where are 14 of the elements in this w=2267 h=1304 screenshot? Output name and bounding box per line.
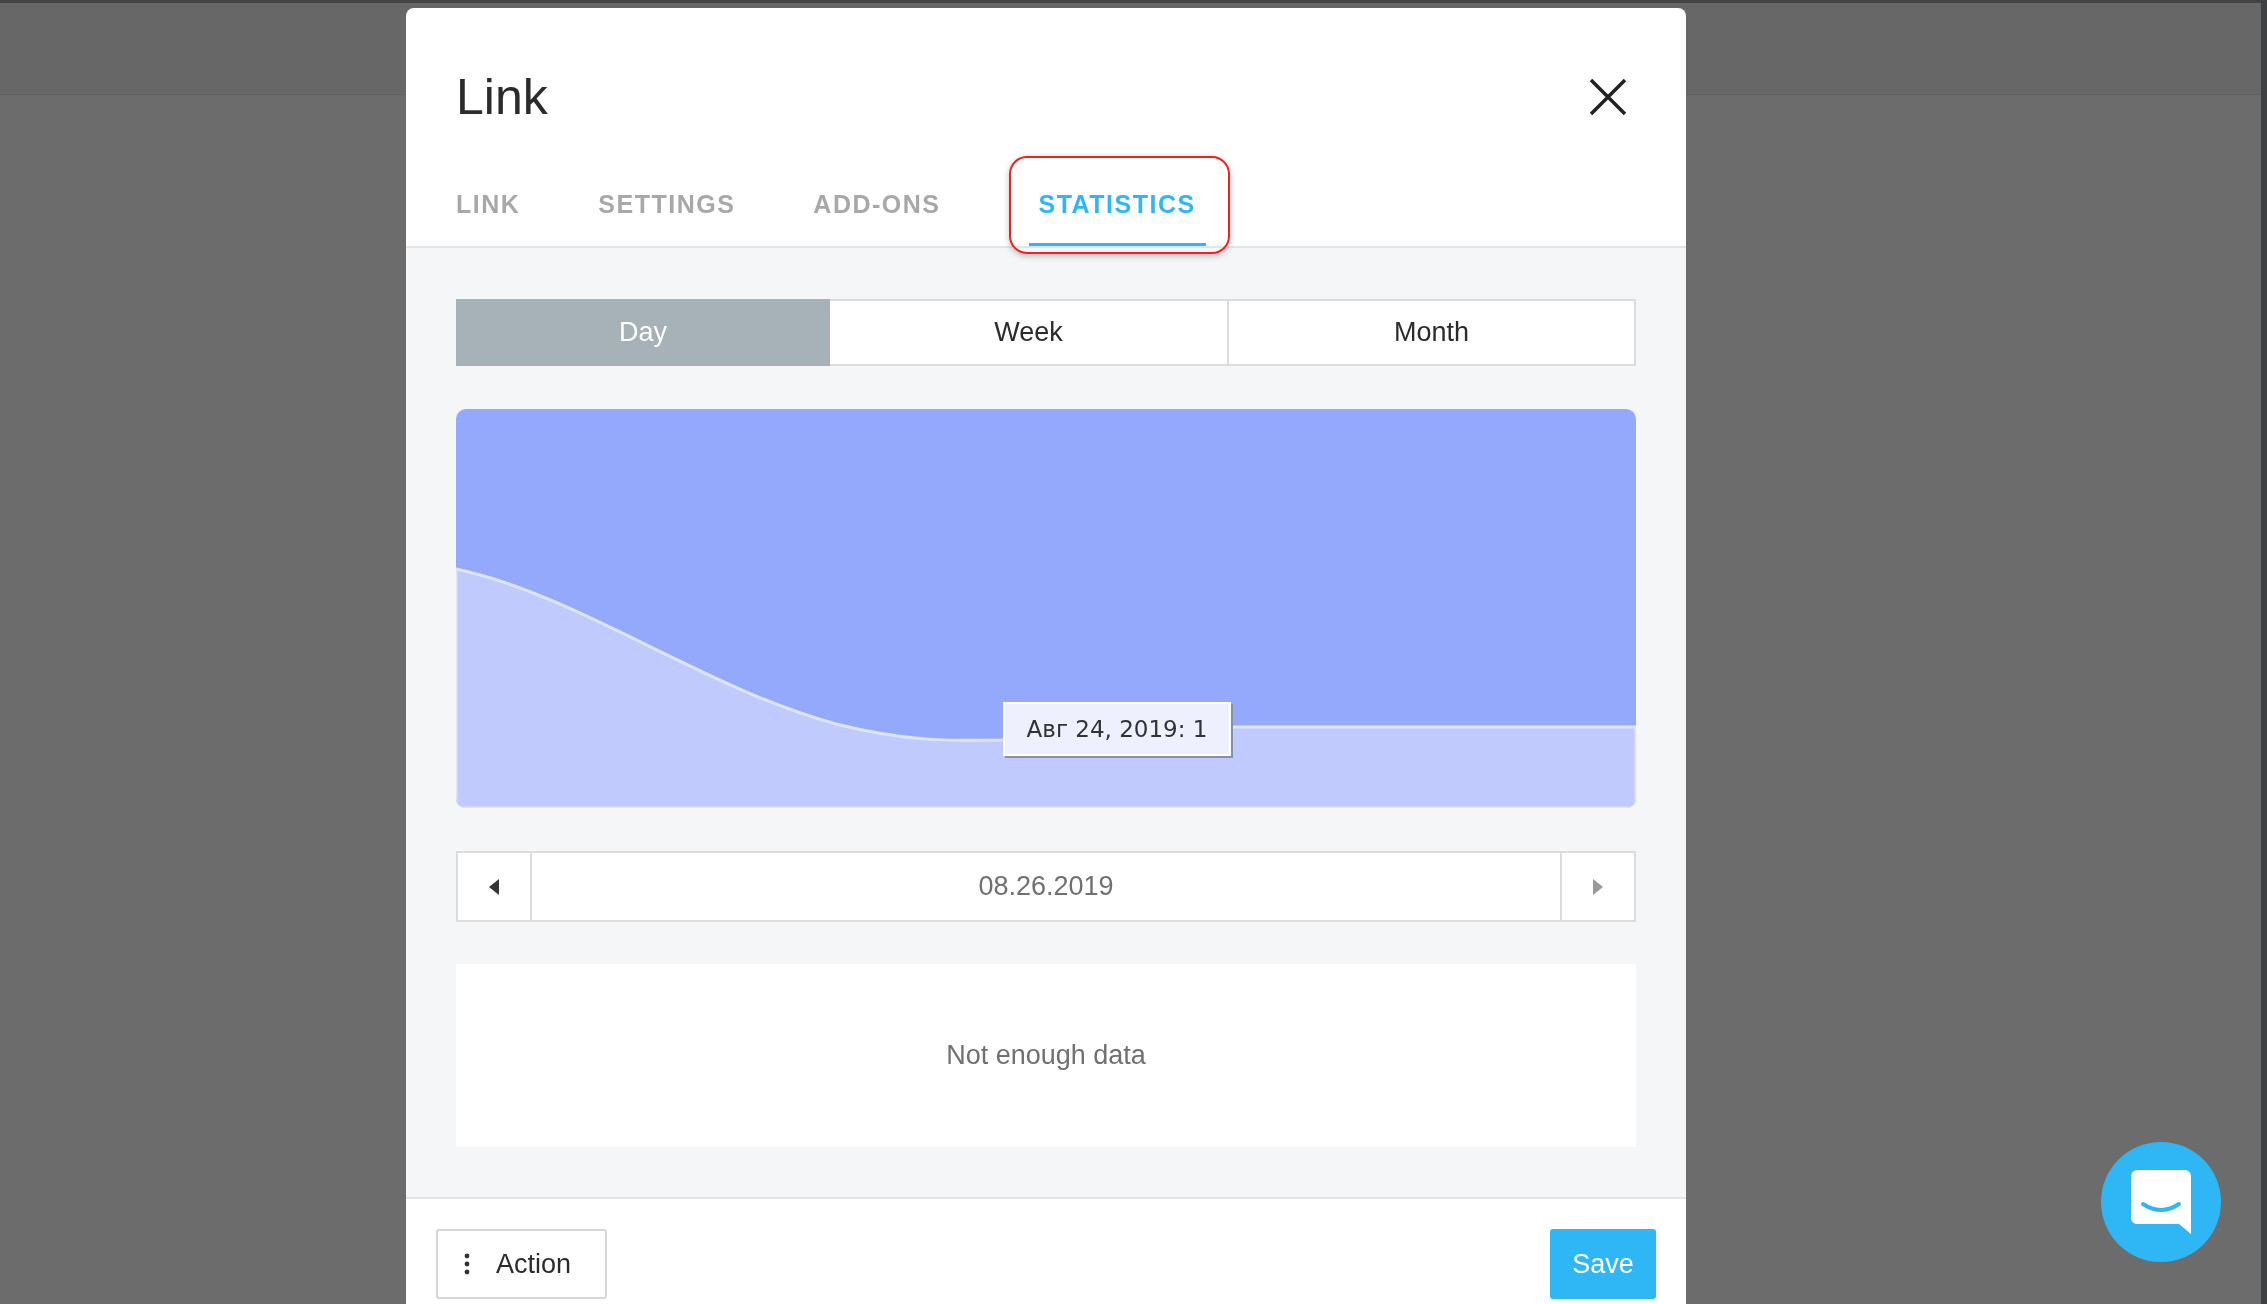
- period-tab[interactable]: Month: [1227, 299, 1636, 366]
- empty-message: Not enough data: [946, 1040, 1146, 1071]
- period-tab[interactable]: Week: [830, 299, 1227, 366]
- tab[interactable]: SETTINGS: [598, 190, 736, 246]
- tab[interactable]: LINK: [456, 190, 521, 246]
- chart-tooltip: Авг 24, 2019: 1: [1003, 702, 1231, 756]
- chat-icon: [2131, 1170, 2191, 1234]
- close-icon[interactable]: [1589, 78, 1627, 116]
- action-button[interactable]: Action: [436, 1229, 607, 1299]
- dialog-title: Link: [456, 68, 548, 126]
- tab[interactable]: ADD-ONS: [813, 190, 941, 246]
- period-tab[interactable]: Day: [456, 299, 830, 366]
- more-icon: [464, 1253, 470, 1275]
- save-button[interactable]: Save: [1550, 1229, 1656, 1299]
